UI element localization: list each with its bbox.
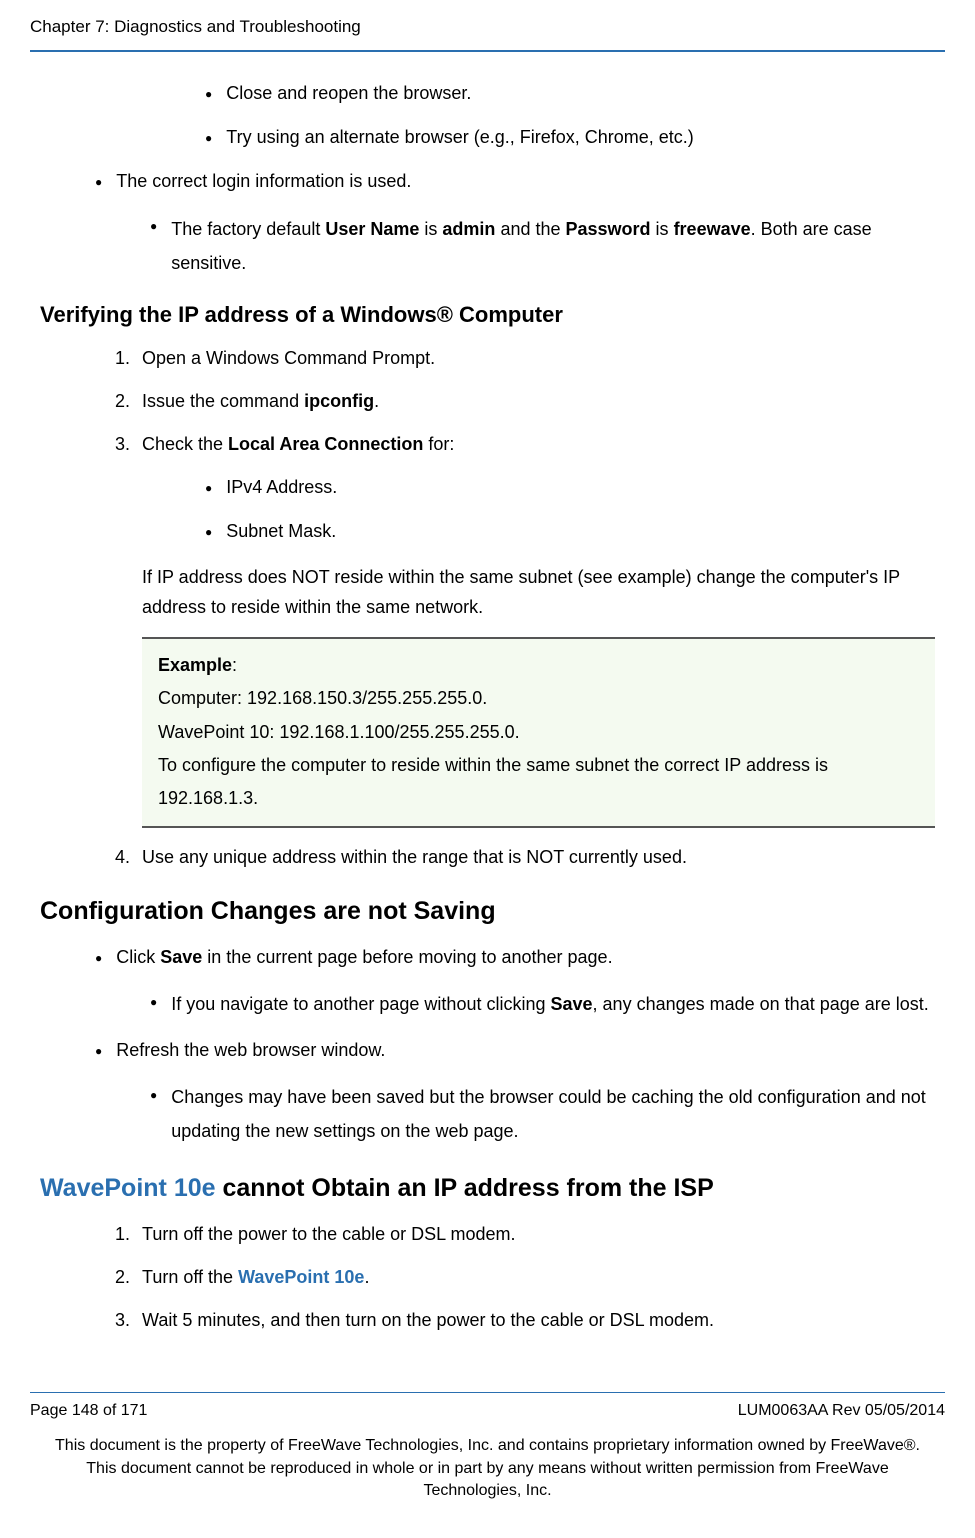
text: Turn off the xyxy=(142,1267,238,1287)
example-line: To configure the computer to reside with… xyxy=(158,749,919,816)
text: . xyxy=(364,1267,369,1287)
bullet-icon: ● xyxy=(150,212,157,280)
section-heading-config-changes: Configuration Changes are not Saving xyxy=(40,893,935,931)
item-number: 1. xyxy=(108,1221,130,1248)
footer-rule xyxy=(30,1392,945,1393)
section-heading-verify-ip: Verifying the IP address of a Windows® C… xyxy=(40,298,935,331)
list-text: IPv4 Address. xyxy=(226,474,337,502)
item-number: 3. xyxy=(108,1307,130,1334)
item-number: 2. xyxy=(108,1264,130,1291)
bullet-icon: ● xyxy=(95,1037,102,1065)
text: for: xyxy=(423,434,454,454)
footer-disclaimer: This document is the property of FreeWav… xyxy=(30,1435,945,1502)
list-text: If you navigate to another page without … xyxy=(171,988,929,1021)
bullet-icon: ● xyxy=(205,124,212,152)
ordered-item: 4. Use any unique address within the ran… xyxy=(108,844,935,871)
text: is xyxy=(419,219,442,239)
item-text: Open a Windows Command Prompt. xyxy=(142,345,435,372)
bullet-icon: ● xyxy=(205,474,212,502)
item-text: Issue the command ipconfig. xyxy=(142,388,379,415)
bullet-icon: ● xyxy=(150,1081,157,1148)
list-item: ● Click Save in the current page before … xyxy=(95,944,935,972)
item-number: 1. xyxy=(108,345,130,372)
chapter-header: Chapter 7: Diagnostics and Troubleshooti… xyxy=(30,14,945,40)
list-item: ● Close and reopen the browser. xyxy=(205,80,935,108)
text: . xyxy=(374,391,379,411)
text: in the current page before moving to ano… xyxy=(202,947,612,967)
text: , any changes made on that page are lost… xyxy=(593,994,929,1014)
list-text: Refresh the web browser window. xyxy=(116,1037,385,1065)
bold-text: Local Area Connection xyxy=(228,434,423,454)
list-item: ● Changes may have been saved but the br… xyxy=(150,1081,935,1148)
example-line: WavePoint 10: 192.168.1.100/255.255.255.… xyxy=(158,716,919,749)
example-line: Computer: 192.168.150.3/255.255.255.0. xyxy=(158,682,919,715)
list-text: Click Save in the current page before mo… xyxy=(116,944,612,972)
text: Click xyxy=(116,947,160,967)
bold-text: freewave xyxy=(674,219,751,239)
ordered-item: 3. Wait 5 minutes, and then turn on the … xyxy=(108,1307,935,1334)
bold-text: User Name xyxy=(325,219,419,239)
list-text: Changes may have been saved but the brow… xyxy=(171,1081,935,1148)
bold-text: Save xyxy=(551,994,593,1014)
bullet-icon: ● xyxy=(205,518,212,546)
list-item: ● Try using an alternate browser (e.g., … xyxy=(205,124,935,152)
text: is xyxy=(651,219,674,239)
list-text: Subnet Mask. xyxy=(226,518,336,546)
text: and the xyxy=(495,219,565,239)
example-line: Example: xyxy=(158,649,919,682)
bold-text: ipconfig xyxy=(304,391,374,411)
revision-label: LUM0063AA Rev 05/05/2014 xyxy=(738,1399,945,1423)
bullet-icon: ● xyxy=(95,168,102,196)
heading-text: cannot Obtain an IP address from the ISP xyxy=(216,1174,714,1202)
ordered-item: 2. Issue the command ipconfig. xyxy=(108,388,935,415)
page-number: Page 148 of 171 xyxy=(30,1399,147,1423)
header-rule xyxy=(30,50,945,52)
bold-text: Save xyxy=(160,947,202,967)
section-heading-isp-ip: WavePoint 10e cannot Obtain an IP addres… xyxy=(40,1170,935,1208)
item-number: 4. xyxy=(108,844,130,871)
footer-meta: Page 148 of 171 LUM0063AA Rev 05/05/2014 xyxy=(30,1399,945,1423)
bold-text: Password xyxy=(566,219,651,239)
list-item: ● Subnet Mask. xyxy=(205,518,935,546)
item-text: Wait 5 minutes, and then turn on the pow… xyxy=(142,1307,714,1334)
bullet-icon: ● xyxy=(205,80,212,108)
bullet-icon: ● xyxy=(95,944,102,972)
example-box: Example: Computer: 192.168.150.3/255.255… xyxy=(142,637,935,827)
item-text: Turn off the WavePoint 10e. xyxy=(142,1264,369,1291)
text: Issue the command xyxy=(142,391,304,411)
paragraph: If IP address does NOT reside within the… xyxy=(142,562,935,623)
ordered-item: 1. Turn off the power to the cable or DS… xyxy=(108,1221,935,1248)
example-label: Example xyxy=(158,655,232,675)
list-text: The factory default User Name is admin a… xyxy=(171,212,935,280)
item-text: Use any unique address within the range … xyxy=(142,844,687,871)
list-item: ● IPv4 Address. xyxy=(205,474,935,502)
product-name: WavePoint 10e xyxy=(40,1174,216,1202)
item-number: 3. xyxy=(108,431,130,458)
list-text: The correct login information is used. xyxy=(116,168,411,196)
text: The factory default xyxy=(171,219,325,239)
text: If you navigate to another page without … xyxy=(171,994,550,1014)
page-content: ● Close and reopen the browser. ● Try us… xyxy=(30,80,945,1335)
item-number: 2. xyxy=(108,388,130,415)
list-item: ● Refresh the web browser window. xyxy=(95,1037,935,1065)
list-text: Close and reopen the browser. xyxy=(226,80,471,108)
list-item: ● The factory default User Name is admin… xyxy=(150,212,935,280)
ordered-item: 3. Check the Local Area Connection for: xyxy=(108,431,935,458)
ordered-item: 2. Turn off the WavePoint 10e. xyxy=(108,1264,935,1291)
text: Check the xyxy=(142,434,228,454)
list-item: ● If you navigate to another page withou… xyxy=(150,988,935,1021)
bullet-icon: ● xyxy=(150,988,157,1021)
bold-text: admin xyxy=(442,219,495,239)
ordered-item: 1. Open a Windows Command Prompt. xyxy=(108,345,935,372)
item-text: Check the Local Area Connection for: xyxy=(142,431,454,458)
item-text: Turn off the power to the cable or DSL m… xyxy=(142,1221,516,1248)
product-name: WavePoint 10e xyxy=(238,1267,364,1287)
list-text: Try using an alternate browser (e.g., Fi… xyxy=(226,124,694,152)
list-item: ● The correct login information is used. xyxy=(95,168,935,196)
